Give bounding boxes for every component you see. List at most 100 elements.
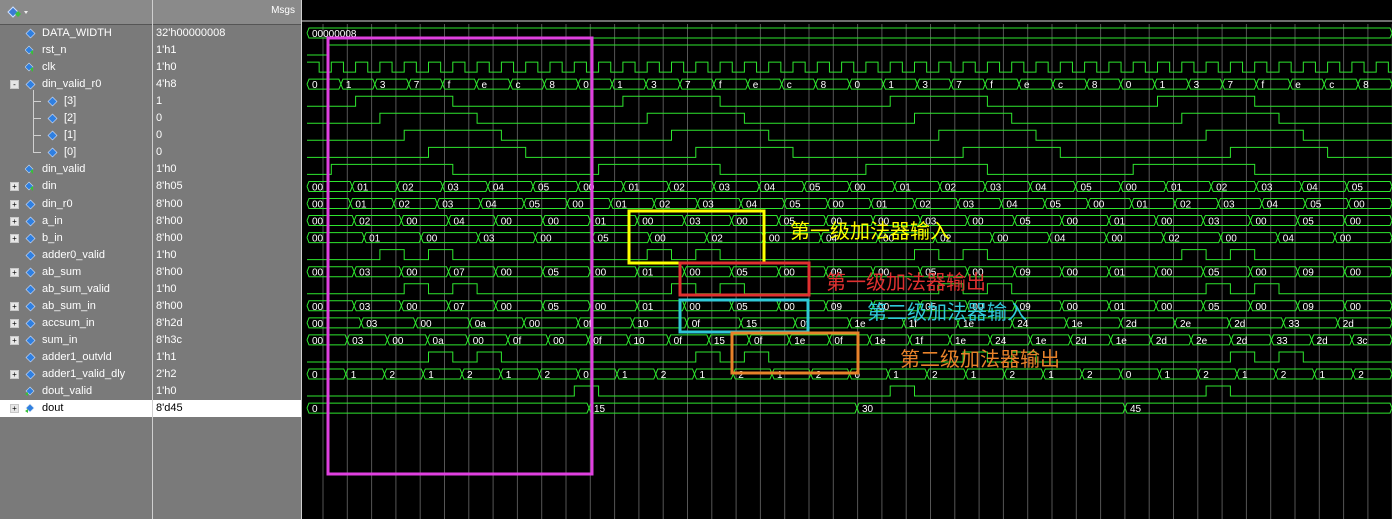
signal-row[interactable]: adder0_valid [0,247,152,264]
signal-value-row[interactable]: 8'h05 [153,178,301,195]
expand-plus-icon[interactable]: + [10,301,19,311]
signal-row[interactable]: + din_r0 [0,196,152,213]
signal-row[interactable]: adder1_outvld [0,349,152,366]
bit-waveform [307,44,1392,56]
signal-row[interactable]: + accsum_in [0,315,152,332]
signal-row[interactable]: [2] [0,110,152,127]
expand-plus-icon[interactable]: + [10,233,19,243]
input-wire-icon [25,45,34,56]
signal-row[interactable]: dout_valid [0,383,152,400]
signal-value-row[interactable]: 8'h2d [153,315,301,332]
signal-value-row[interactable]: 4'h8 [153,76,301,93]
signal-value-row[interactable]: 8'd45 [153,400,301,418]
signal-row[interactable]: [3] [0,93,152,110]
signal-row[interactable]: + a_in [0,213,152,230]
tree-branch-line [33,135,41,137]
bus-value-label: 7 [685,80,691,91]
signal-row[interactable]: rst_n [0,42,152,59]
bus-value-label: 05 [1081,182,1093,193]
bus-value-label: 1 [428,370,434,381]
signal-value-row[interactable]: 8'h00 [153,298,301,315]
signal-row[interactable]: ab_sum_valid [0,281,152,298]
expand-plus-icon[interactable]: + [10,318,19,328]
bit-waveform [307,129,1392,141]
bus-value-label: 00 [572,200,584,211]
bus-value-label: 01 [642,268,654,279]
signal-value-row[interactable]: 8'h00 [153,264,301,281]
signal-row[interactable]: + adder1_valid_dly [0,366,152,383]
bus-segment [588,402,858,414]
signal-name: rst_n [42,44,67,57]
signal-value-row[interactable]: 1'h0 [153,247,301,264]
signal-value-row[interactable]: 32'h00000008 [153,25,301,42]
signal-value-row[interactable]: 8'h3c [153,332,301,349]
bus-value-label: 0f [513,336,522,347]
signal-row[interactable]: clk [0,59,152,76]
bus-value-label: 33 [1289,319,1301,330]
signal-name: [0] [64,146,77,159]
signal-value-row[interactable]: 1'h0 [153,161,301,178]
expand-plus-icon[interactable]: + [10,199,19,209]
bit-waveform [307,112,1392,124]
signal-row[interactable]: + sum_in [0,332,152,349]
bus-value-label: 7 [956,80,962,91]
signal-value-row[interactable]: 8'h00 [153,230,301,247]
signal-name: clk [42,61,56,74]
signal-row[interactable]: [0] [0,144,152,161]
bus-value-label: 0f [593,336,602,347]
expand-plus-icon[interactable]: + [10,335,19,345]
bus-value-label: 00 [833,200,845,211]
bus-value-label: 01 [876,200,888,211]
input-wire-icon [25,62,34,73]
signal-row[interactable]: + b_in [0,230,152,247]
bus-value-label: 00 [1161,217,1173,228]
signal-row[interactable]: [1] [0,127,152,144]
bus-value-label: 05 [548,268,560,279]
bus-value-label: 00 [1093,200,1105,211]
bus-value-label: 2 [932,370,938,381]
bus-value-label: 05 [1208,302,1220,313]
signal-value-row[interactable]: 1'h0 [153,383,301,400]
signal-value: 1'h0 [156,163,177,176]
wave-toolbar-icon[interactable] [6,5,30,19]
bus-value-label: e [1295,80,1301,91]
signal-value-row[interactable]: 1'h0 [153,59,301,76]
signal-value-row[interactable]: 1'h1 [153,349,301,366]
signal-row[interactable]: din_valid [0,161,152,178]
expand-plus-icon[interactable]: + [10,267,19,277]
bus-value-label: 04 [746,200,758,211]
bus-value-label: 00 [1067,217,1079,228]
bus-value-label: 2d [1317,336,1328,347]
signal-value: 8'h00 [156,231,183,244]
signal-row[interactable]: + ab_sum [0,264,152,281]
signal-name: ab_sum_in [42,299,96,312]
signal-value-row[interactable]: 0 [153,110,301,127]
expand-plus-icon[interactable]: + [10,404,19,414]
signal-value-row[interactable]: 0 [153,144,301,161]
bus-value-label: 00 [501,268,513,279]
waveform-pane[interactable]: 00000008 0 1 3 7 f e c 8 0 1 3 7 f e c 8 0 1 3 7 f e c 8 0 1 3 7 f e c 8… [302,0,1392,519]
tree-branch-line [33,101,41,103]
waveform-canvas[interactable]: 000000080 1 3 7 f e c 8 0 1 3 7 f e c 8 0 1 3 7 f e c 8 0 1 3 7 f e c 8… [302,0,1392,519]
signal-row[interactable]: + dout [0,400,152,418]
signal-value-row[interactable]: 8'h00 [153,213,301,230]
expand-plus-icon[interactable]: + [10,182,19,192]
collapse-minus-icon[interactable]: - [10,80,19,90]
signal-value-row[interactable]: 1 [153,93,301,110]
bus-value-label: 05 [1352,182,1364,193]
signal-value-row[interactable]: 1'h1 [153,42,301,59]
signal-value-row[interactable]: 1'h0 [153,281,301,298]
signal-row[interactable]: - din_valid_r0 [0,76,152,93]
bus-value-label: 1 [351,370,357,381]
signal-value-row[interactable]: 8'h00 [153,196,301,213]
expand-plus-icon[interactable]: + [10,216,19,226]
bus-value-label: 05 [1310,200,1322,211]
signal-row[interactable]: DATA_WIDTH [0,25,152,42]
signal-value-row[interactable]: 2'h2 [153,366,301,383]
signal-row[interactable]: + ab_sum_in [0,298,152,315]
bus-value-label: 01 [357,182,369,193]
expand-plus-icon[interactable]: + [10,370,19,379]
signal-row[interactable]: + din [0,178,152,195]
bus-value-label: 1f [915,336,924,347]
signal-value-row[interactable]: 0 [153,127,301,144]
